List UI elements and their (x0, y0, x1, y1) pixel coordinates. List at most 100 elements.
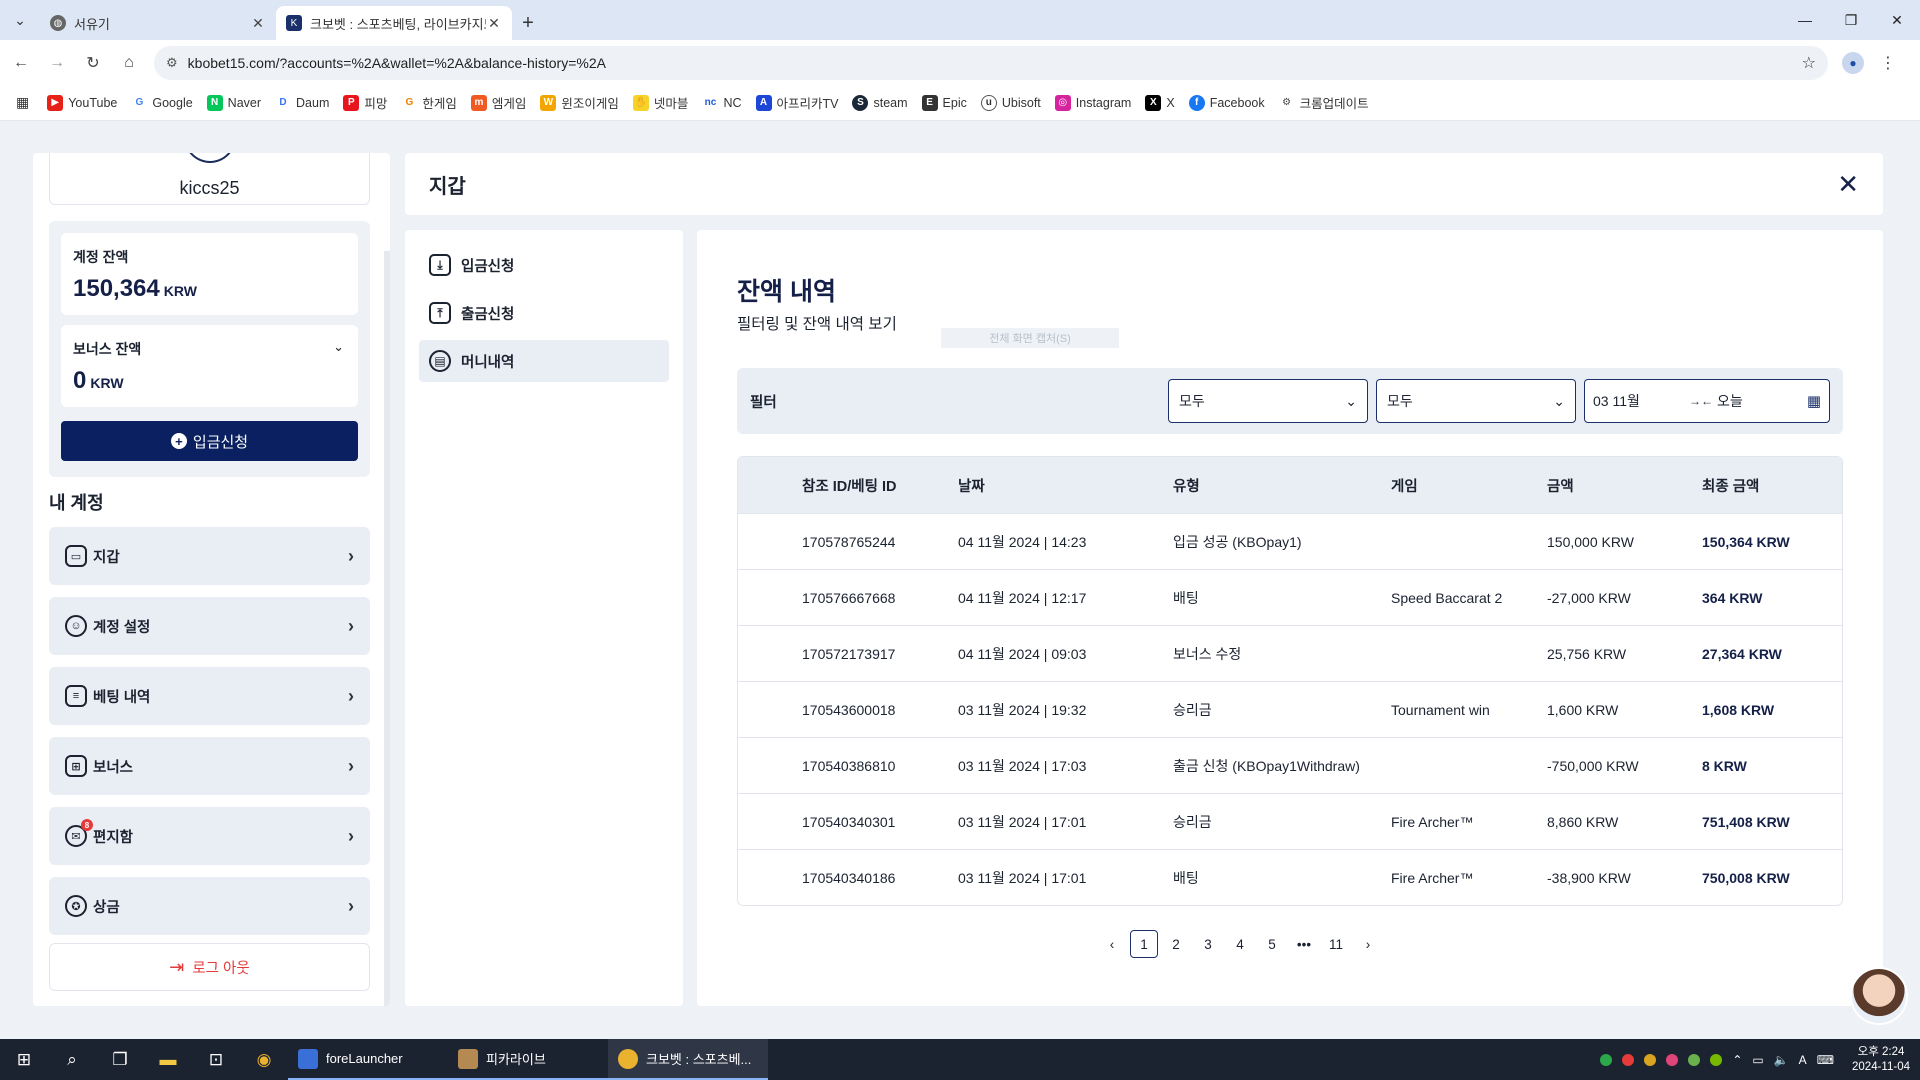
capture-tooltip: 전체 화면 캡처(S) (941, 328, 1119, 348)
document-icon: ▤ (429, 350, 451, 372)
page-2[interactable]: 2 (1162, 930, 1190, 958)
taskbar-app-pikalive[interactable]: 피카라이브 (448, 1039, 608, 1080)
page-5[interactable]: 5 (1258, 930, 1286, 958)
page-11[interactable]: 11 (1322, 930, 1350, 958)
security-icon[interactable] (1644, 1053, 1657, 1066)
bookmark-netmarble[interactable]: ✋ 넷마블 (632, 93, 688, 112)
submenu-withdraw[interactable]: ⤒ 출금신청 (419, 292, 669, 334)
instagram-icon: ◎ (1054, 94, 1071, 111)
prev-page-icon[interactable]: ‹ (1098, 930, 1126, 958)
deposit-button[interactable]: + 입금신청 (61, 421, 358, 461)
clock[interactable]: 오후 2:24 2024-11-04 (1852, 1045, 1910, 1075)
ime-indicator[interactable]: A (1799, 1053, 1807, 1067)
filter-game-select[interactable]: 모두 ⌄ (1376, 379, 1576, 423)
store-icon[interactable]: ⊡ (192, 1039, 240, 1080)
daum-icon: D (275, 94, 292, 111)
bookmark-youtube[interactable]: ▶ YouTube (47, 94, 117, 111)
task-view-icon[interactable]: ❐ (96, 1039, 144, 1080)
reload-icon[interactable]: ↻ (78, 48, 108, 78)
windows-start-icon[interactable]: ⊞ (0, 1039, 48, 1080)
file-explorer-icon[interactable]: ▬ (144, 1039, 192, 1080)
bookmark-winjoy[interactable]: W 윈조이게임 (540, 93, 619, 112)
bookmark-steam[interactable]: Ssteam (852, 94, 908, 111)
next-page-icon[interactable]: › (1354, 930, 1382, 958)
bonus-balance-card[interactable]: 보너스 잔액 ⌄ 0 KRW (61, 325, 358, 407)
floating-chat-avatar[interactable] (1850, 967, 1908, 1025)
network-icon[interactable]: ▭ (1752, 1053, 1763, 1067)
shield-icon[interactable] (1600, 1053, 1613, 1066)
sidebar-item-mailbox[interactable]: ✉ 8 편지함 › (49, 807, 370, 865)
date-from[interactable]: 03 11월 (1593, 391, 1689, 411)
sidebar-item-bet-history[interactable]: ≡ 베팅 내역 › (49, 667, 370, 725)
chevron-down-icon[interactable]: ⌄ (333, 339, 344, 355)
new-tab-icon[interactable]: + (512, 6, 544, 40)
bookmark-ubisoft[interactable]: u Ubisoft (980, 94, 1041, 111)
bookmark-x[interactable]: XX (1145, 94, 1175, 111)
bookmark-daum[interactable]: D Daum (275, 94, 329, 111)
close-tab-icon[interactable]: ✕ (486, 15, 502, 32)
cell-date: 03 11월 2024 | 17:01 (958, 869, 1087, 886)
bookmark-epic[interactable]: E Epic (921, 94, 967, 111)
bookmark-google[interactable]: G Google (131, 94, 193, 111)
table-row: 170578765244 04 11월 2024 | 14:23 입금 성공 (KB… (738, 513, 1842, 569)
cell-date: 04 11월 2024 | 09:03 (958, 645, 1087, 662)
keyboard-icon[interactable]: ⌨ (1817, 1053, 1834, 1067)
bookmark-hangame[interactable]: G 한게임 (401, 93, 457, 112)
taskbar-app-forelauncher[interactable]: foreLauncher (288, 1039, 448, 1080)
close-tab-icon[interactable]: ✕ (250, 15, 266, 32)
apps-grid-icon[interactable]: ▦ (16, 94, 29, 111)
app-tray-icon[interactable] (1666, 1053, 1679, 1066)
google-icon: G (131, 94, 148, 111)
bookmark-mgame[interactable]: m 엠게임 (470, 93, 526, 112)
chrome-icon[interactable]: ◉ (240, 1039, 288, 1080)
calendar-icon[interactable]: ▦ (1807, 392, 1821, 410)
volume-icon[interactable]: 🔈 (1774, 1053, 1789, 1067)
logout-button[interactable]: ⇥ 로그 아웃 (49, 943, 370, 991)
nvidia-icon[interactable] (1710, 1053, 1723, 1066)
minimize-icon[interactable]: — (1782, 0, 1828, 40)
netmarble-icon: ✋ (632, 94, 649, 111)
address-bar[interactable]: ⚙ kbobet15.com/?accounts=%2A&wallet=%2A&… (154, 45, 1828, 80)
close-icon[interactable]: ✕ (1837, 169, 1859, 200)
sidebar-scrollbar[interactable] (384, 251, 390, 1006)
window-close-icon[interactable]: ✕ (1874, 0, 1920, 40)
bookmark-facebook[interactable]: f Facebook (1188, 94, 1265, 111)
browser-tab-1[interactable]: ◍ 서유기 ✕ (40, 6, 276, 40)
bookmark-pmang[interactable]: P 피망 (343, 93, 387, 112)
bookmark-star-icon[interactable]: ☆ (1802, 53, 1816, 73)
sidebar-item-prize[interactable]: ✪ 상금 › (49, 877, 370, 935)
page-1[interactable]: 1 (1130, 930, 1158, 958)
tray-app-icon[interactable] (1688, 1053, 1701, 1066)
sidebar-item-wallet[interactable]: ▭ 지갑 › (49, 527, 370, 585)
ubisoft-icon: u (980, 94, 997, 111)
back-icon[interactable]: ← (6, 48, 36, 78)
chevron-up-icon[interactable]: ⌃ (1732, 1053, 1742, 1067)
date-range-picker[interactable]: 03 11월 →← 오늘 ▦ (1584, 379, 1830, 423)
sidebar-item-bonus[interactable]: ⊞ 보너스 › (49, 737, 370, 795)
bookmark-naver[interactable]: N Naver (206, 94, 261, 111)
browser-tab-2[interactable]: K 크보벳 : 스포츠베팅, 라이브카지노 ✕ (276, 6, 512, 40)
submenu-deposit[interactable]: ⤓ 입금신청 (419, 244, 669, 286)
restore-icon[interactable]: ❐ (1828, 0, 1874, 40)
site-info-icon[interactable]: ⚙ (166, 55, 178, 71)
bookmark-instagram[interactable]: ◎ Instagram (1054, 94, 1131, 111)
date-to[interactable]: 오늘 (1717, 391, 1807, 411)
bookmark-chrome-update[interactable]: ⚙ 크롬업데이트 (1278, 93, 1369, 112)
more-menu-icon[interactable]: ⋮ (1880, 53, 1896, 73)
search-icon[interactable]: ⌕ (48, 1039, 96, 1080)
media-icon[interactable] (1622, 1053, 1635, 1066)
bookmark-afreecatv[interactable]: A 아프리카TV (755, 93, 838, 112)
bookmark-nc[interactable]: nc NC (702, 94, 742, 111)
forward-icon[interactable]: → (42, 48, 72, 78)
taskbar-app-chrome[interactable]: 크보벳 : 스포츠베... (608, 1039, 768, 1080)
steam-icon: S (852, 94, 869, 111)
tab-search-chevron-icon[interactable]: ⌄ (0, 0, 40, 40)
sidebar-item-account-settings[interactable]: ☺ 계정 설정 › (49, 597, 370, 655)
submenu-money-history[interactable]: ▤ 머니내역 (419, 340, 669, 382)
username: kiccs25 (179, 178, 240, 198)
page-3[interactable]: 3 (1194, 930, 1222, 958)
home-icon[interactable]: ⌂ (114, 48, 144, 78)
page-4[interactable]: 4 (1226, 930, 1254, 958)
filter-type-select[interactable]: 모두 ⌄ (1168, 379, 1368, 423)
profile-icon[interactable]: ● (1842, 51, 1864, 74)
